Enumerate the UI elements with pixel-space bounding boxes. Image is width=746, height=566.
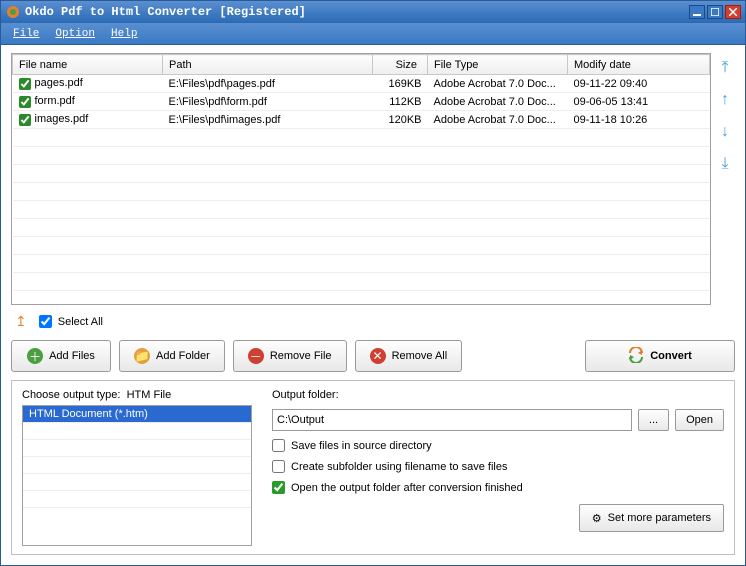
reorder-arrows: ⤒ ↑ ↓ ⤓: [715, 53, 735, 305]
output-folder-label: Output folder:: [272, 389, 724, 401]
add-folder-button[interactable]: 📁 Add Folder: [119, 340, 225, 372]
move-bottom-icon[interactable]: ⤓: [721, 155, 728, 173]
table-row[interactable]: form.pdfE:\Files\pdf\form.pdf112KBAdobe …: [13, 93, 710, 111]
app-logo-icon: [5, 4, 21, 20]
col-modify[interactable]: Modify date: [568, 55, 710, 75]
titlebar: Okdo Pdf to Html Converter [Registered]: [1, 1, 745, 23]
row-checkbox[interactable]: [19, 114, 31, 126]
file-list[interactable]: File name Path Size File Type Modify dat…: [11, 53, 711, 305]
row-checkbox[interactable]: [19, 78, 31, 90]
col-path[interactable]: Path: [163, 55, 373, 75]
move-down-icon[interactable]: ↓: [721, 123, 729, 141]
choose-type-label: Choose output type: HTM File: [22, 389, 252, 401]
menu-help[interactable]: Help: [103, 26, 145, 42]
col-size[interactable]: Size: [373, 55, 428, 75]
convert-icon: [628, 347, 644, 366]
gear-icon: ⚙: [592, 512, 602, 525]
select-all-label[interactable]: Select All: [58, 316, 103, 328]
move-up-icon[interactable]: ↑: [721, 91, 729, 109]
minimize-button[interactable]: [689, 5, 705, 19]
table-row[interactable]: pages.pdfE:\Files\pdf\pages.pdf169KBAdob…: [13, 75, 710, 93]
select-all-checkbox[interactable]: [39, 315, 52, 328]
browse-button[interactable]: ...: [638, 409, 669, 431]
col-filetype[interactable]: File Type: [428, 55, 568, 75]
add-files-button[interactable]: ＋ Add Files: [11, 340, 111, 372]
col-filename[interactable]: File name: [13, 55, 163, 75]
save-source-checkbox[interactable]: [272, 439, 285, 452]
plus-icon: ＋: [27, 348, 43, 364]
type-item-htm[interactable]: HTML Document (*.htm): [23, 406, 251, 423]
open-after-checkbox[interactable]: [272, 481, 285, 494]
folder-icon: 📁: [134, 348, 150, 364]
close-button[interactable]: [725, 5, 741, 19]
table-row[interactable]: images.pdfE:\Files\pdf\images.pdf120KBAd…: [13, 111, 710, 129]
create-subfolder-label[interactable]: Create subfolder using filename to save …: [291, 461, 507, 473]
menubar: File Option Help: [1, 23, 745, 45]
menu-option[interactable]: Option: [47, 26, 103, 42]
move-top-icon[interactable]: ⤒: [721, 59, 728, 77]
save-source-label[interactable]: Save files in source directory: [291, 440, 432, 452]
create-subfolder-checkbox[interactable]: [272, 460, 285, 473]
open-folder-button[interactable]: Open: [675, 409, 724, 431]
output-folder-input[interactable]: [272, 409, 632, 431]
maximize-button[interactable]: [707, 5, 723, 19]
minus-icon: －: [248, 348, 264, 364]
row-checkbox[interactable]: [19, 96, 31, 108]
window-title: Okdo Pdf to Html Converter [Registered]: [25, 5, 687, 19]
up-folder-icon[interactable]: ↥: [15, 313, 27, 330]
remove-all-button[interactable]: ✕ Remove All: [355, 340, 463, 372]
convert-button[interactable]: Convert: [585, 340, 735, 372]
set-parameters-button[interactable]: ⚙ Set more parameters: [579, 504, 724, 532]
remove-file-button[interactable]: － Remove File: [233, 340, 347, 372]
menu-file[interactable]: File: [5, 26, 47, 42]
output-type-list[interactable]: HTML Document (*.htm): [22, 405, 252, 546]
x-icon: ✕: [370, 348, 386, 364]
open-after-label[interactable]: Open the output folder after conversion …: [291, 482, 523, 494]
